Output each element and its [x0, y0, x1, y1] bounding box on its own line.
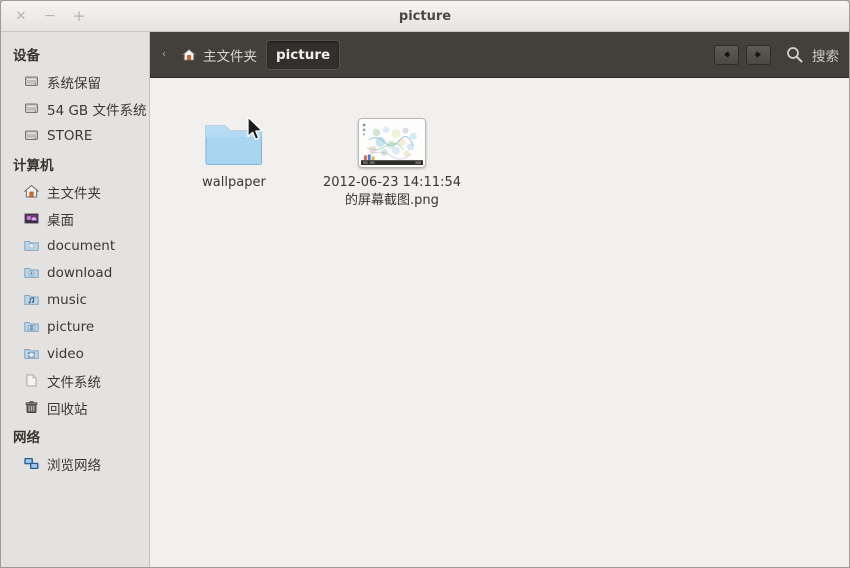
drive-icon	[23, 100, 40, 117]
arrow-right-icon	[755, 51, 761, 58]
folder-thumbnail	[203, 100, 265, 168]
sidebar-item-music[interactable]: music	[1, 286, 149, 313]
image-thumbnail	[358, 100, 426, 168]
file-item-screenshot[interactable]: 2012-06-23 14:11:54 的屏幕截图.png	[316, 96, 468, 210]
close-window-button[interactable]: ✕	[14, 9, 28, 23]
file-manager-window: ✕ − + picture 设备 系统保留 54 GB 文件系统 STORE 计…	[0, 0, 850, 568]
sidebar-item-label: 浏览网络	[47, 457, 101, 474]
window-title: picture	[398, 8, 452, 24]
trash-icon	[23, 399, 40, 416]
sidebar-item-home[interactable]: 主文件夹	[1, 178, 149, 205]
folder-icon	[205, 125, 263, 166]
file-item-wallpaper[interactable]: wallpaper	[158, 96, 310, 192]
sidebar-heading-devices: 设备	[13, 48, 40, 64]
minimize-window-button[interactable]: −	[43, 9, 57, 23]
sidebar-item-label: music	[47, 291, 87, 308]
sidebar-item-label: document	[47, 237, 116, 254]
desktop-icon	[23, 210, 40, 227]
drive-icon	[23, 73, 40, 90]
home-icon	[23, 183, 40, 200]
sidebar-item-picture[interactable]: picture	[1, 313, 149, 340]
sidebar-item-trash[interactable]: 回收站	[1, 394, 149, 421]
sidebar-item-system-reserved[interactable]: 系统保留	[1, 68, 149, 95]
sidebar-item-label: 桌面	[47, 212, 74, 229]
breadcrumb-picture[interactable]: picture	[266, 39, 341, 70]
png-preview-inner	[361, 121, 423, 165]
folder-downloads-icon	[23, 264, 40, 281]
screenshot-preview-icon	[361, 121, 423, 165]
drive-icon	[23, 127, 40, 144]
folder-pictures-icon	[23, 318, 40, 335]
search-label[interactable]: 搜索	[812, 45, 839, 65]
sidebar-heading-network: 网络	[13, 430, 40, 446]
previous-button[interactable]	[714, 44, 739, 65]
search-button[interactable]	[785, 45, 804, 64]
sidebar-item-label: video	[47, 345, 84, 362]
breadcrumb-home[interactable]: 主文件夹	[172, 40, 266, 70]
sidebar-item-label: 回收站	[47, 401, 88, 418]
sidebar-item-label: 主文件夹	[47, 185, 101, 202]
sidebar-item-store[interactable]: STORE	[1, 122, 149, 149]
folder-videos-icon	[23, 345, 40, 362]
window-body: 设备 系统保留 54 GB 文件系统 STORE 计算机 主文件夹 桌面 doc…	[1, 32, 849, 567]
sidebar-item-browse-network[interactable]: 浏览网络	[1, 450, 149, 477]
sidebar-item-filesystem[interactable]: 文件系统	[1, 367, 149, 394]
content-pane: ‹ 主文件夹 picture 搜索 wallpaper 2012-06-23 1…	[150, 32, 849, 567]
sidebar-item-label: 文件系统	[47, 374, 101, 391]
sidebar-heading-computer: 计算机	[13, 158, 54, 174]
png-preview	[358, 118, 426, 168]
folder-documents-icon	[23, 237, 40, 254]
path-bar: ‹ 主文件夹 picture 搜索	[150, 32, 849, 78]
sidebar-item-label: download	[47, 264, 113, 281]
folder-music-icon	[23, 291, 40, 308]
arrow-left-icon	[724, 51, 730, 58]
next-button[interactable]	[746, 44, 771, 65]
sidebar-item-label: picture	[47, 318, 95, 335]
home-icon	[181, 47, 197, 63]
path-scroll-left-icon[interactable]: ‹	[158, 49, 172, 60]
breadcrumb-label: 主文件夹	[203, 48, 257, 65]
sidebar: 设备 系统保留 54 GB 文件系统 STORE 计算机 主文件夹 桌面 doc…	[1, 32, 150, 567]
sidebar-item-document[interactable]: document	[1, 232, 149, 259]
file-name-label: wallpaper	[202, 175, 266, 190]
network-icon	[23, 455, 40, 472]
sidebar-item-54gb-filesystem[interactable]: 54 GB 文件系统	[1, 95, 149, 122]
sidebar-item-label: 系统保留	[47, 75, 101, 92]
sidebar-item-video[interactable]: video	[1, 340, 149, 367]
sidebar-item-desktop[interactable]: 桌面	[1, 205, 149, 232]
file-list[interactable]: wallpaper 2012-06-23 14:11:54 的屏幕截图.png	[150, 78, 849, 567]
breadcrumb-label: picture	[276, 46, 331, 63]
maximize-window-button[interactable]: +	[72, 8, 86, 23]
sidebar-item-label: STORE	[47, 127, 93, 144]
file-icon	[23, 372, 40, 389]
titlebar: ✕ − + picture	[1, 1, 849, 32]
search-icon	[787, 47, 803, 63]
window-controls: ✕ − +	[1, 8, 86, 23]
sidebar-item-download[interactable]: download	[1, 259, 149, 286]
file-name-label: 2012-06-23 14:11:54 的屏幕截图.png	[322, 175, 462, 208]
sidebar-item-label: 54 GB 文件系统	[47, 102, 147, 119]
